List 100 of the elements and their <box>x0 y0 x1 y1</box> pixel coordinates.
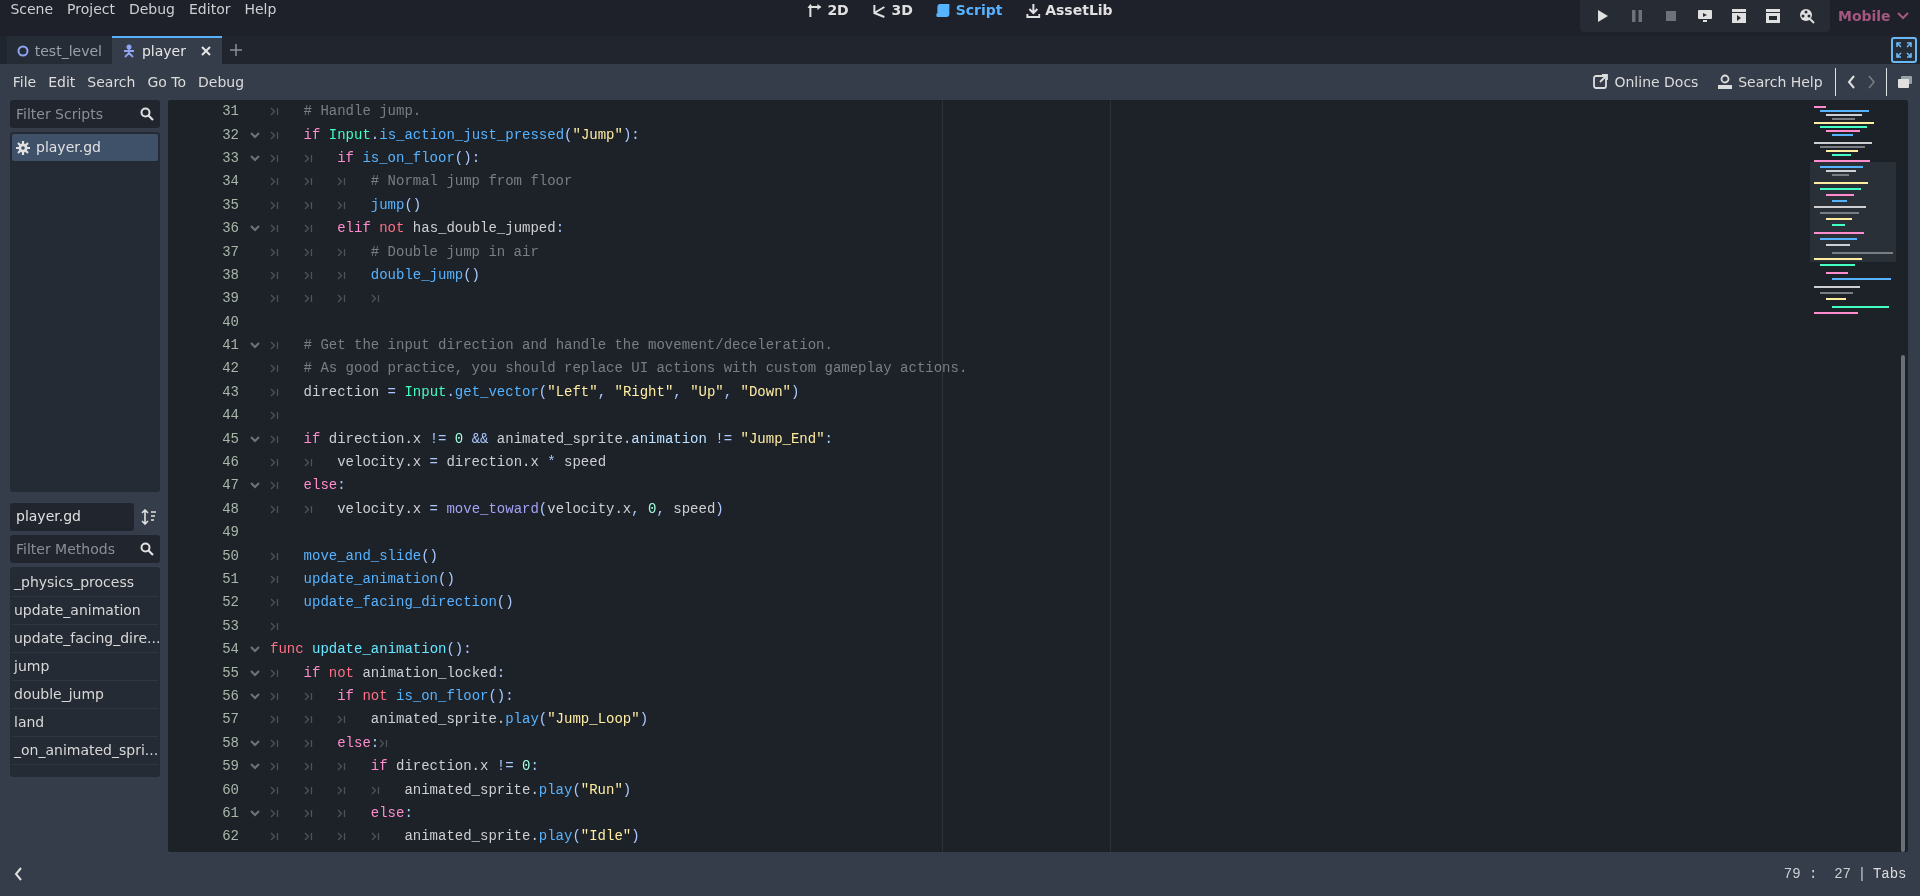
help-button[interactable]: Search Help <box>1711 69 1829 95</box>
tab-icon <box>270 551 279 561</box>
fullscreen-button[interactable] <box>1890 37 1917 63</box>
menu-item[interactable]: File <box>6 69 43 95</box>
line-number: 60 <box>221 780 239 800</box>
tab-icon <box>270 177 279 187</box>
gear-icon <box>16 140 30 155</box>
close-icon[interactable] <box>199 45 212 57</box>
axes-icon <box>807 2 823 18</box>
menu-item[interactable]: Search <box>81 69 142 95</box>
search-field[interactable]: Filter Methods <box>10 534 160 563</box>
scene-tab[interactable]: player <box>111 36 222 64</box>
search-icon <box>140 541 154 556</box>
line-number: 35 <box>221 195 239 215</box>
method-item[interactable]: update_animation <box>12 596 158 625</box>
method-item[interactable]: _on_animated_spri... <box>12 736 158 765</box>
code-text: update_facing_direction() <box>303 593 514 613</box>
tab-icon <box>379 738 389 748</box>
menu-item[interactable]: Editor <box>182 0 238 22</box>
chevron-left-icon[interactable] <box>1846 75 1855 89</box>
tab-icon <box>370 294 380 304</box>
code-text: # Normal jump from floor <box>370 172 573 192</box>
scene-tab[interactable]: test_level <box>6 36 112 64</box>
menu-item[interactable]: Debug <box>121 0 182 22</box>
method-item[interactable]: update_facing_dire... <box>12 624 158 653</box>
tab-icon <box>270 270 279 280</box>
code-text: # As good practice, you should replace UI actions with custom gameplay actions. <box>303 359 968 379</box>
line-number: 58 <box>221 733 239 753</box>
scrollbar-thumb[interactable] <box>1901 355 1905 852</box>
clapperboard-icon[interactable] <box>1764 8 1781 24</box>
menu-item[interactable]: Debug <box>192 69 251 95</box>
tab-icon <box>270 411 279 421</box>
indentation-button[interactable]: Tabs <box>1872 863 1907 885</box>
code-text: double_jump() <box>370 265 480 285</box>
method-item[interactable]: jump <box>12 652 158 681</box>
chevron-right-icon[interactable] <box>1868 75 1876 89</box>
tab-icon <box>270 621 279 631</box>
tab-icon <box>270 130 279 140</box>
tab-icon <box>303 715 313 725</box>
tab-icon <box>270 504 279 514</box>
tab-icon <box>337 270 347 280</box>
line-number: 46 <box>221 453 239 473</box>
line-number: 38 <box>221 265 239 285</box>
line-number: 33 <box>221 148 239 168</box>
clapperboard-icon[interactable] <box>1730 8 1747 24</box>
menu-item[interactable]: Project <box>60 0 122 22</box>
method-item[interactable]: land <box>12 708 158 737</box>
menu-item[interactable]: Go To <box>141 69 193 95</box>
method-item[interactable]: _physics_process <box>12 568 158 597</box>
plus-icon[interactable] <box>228 43 243 57</box>
tab-icon <box>337 715 347 725</box>
line-number: 45 <box>221 429 239 449</box>
tab-icon <box>270 481 279 491</box>
separator-text: | <box>1857 864 1867 884</box>
tab-icon <box>270 738 279 748</box>
windows-icon[interactable] <box>1897 75 1914 89</box>
tab-icon <box>270 387 279 397</box>
help-button[interactable]: Online Docs <box>1587 69 1705 95</box>
tab-icon <box>270 341 279 351</box>
line-number: 48 <box>221 499 239 519</box>
tab-icon <box>270 434 279 444</box>
line-number: 44 <box>221 406 239 426</box>
method-item[interactable]: double_jump <box>12 680 158 709</box>
sort-icon[interactable] <box>140 508 157 525</box>
tab-icon <box>270 200 279 210</box>
chevron-down-icon <box>1896 12 1909 20</box>
search-field[interactable]: Filter Scripts <box>10 100 160 128</box>
monitor-icon[interactable] <box>1696 8 1713 24</box>
code-text: if not animation_locked: <box>303 663 506 683</box>
tab-icon <box>337 808 347 818</box>
workspace-tab[interactable]: Script <box>927 0 1011 23</box>
tab-icon <box>270 715 279 725</box>
menu-item[interactable]: Edit <box>42 69 82 95</box>
film-reel-icon[interactable] <box>1798 8 1815 24</box>
line-number: 47 <box>221 476 239 496</box>
tab-icon <box>303 738 313 748</box>
external-link-icon <box>1593 74 1610 90</box>
tab-icon <box>303 458 313 468</box>
menu-item[interactable]: Scene <box>3 0 61 22</box>
tab-icon <box>270 691 279 701</box>
workspace-tab[interactable]: 3D <box>863 0 921 23</box>
line-number: 34 <box>221 172 239 192</box>
line-number: 42 <box>221 359 239 379</box>
tab-icon <box>303 270 313 280</box>
script-item[interactable]: player.gd <box>12 134 158 161</box>
tab-icon <box>337 247 347 257</box>
tab-icon <box>337 200 347 210</box>
tab-icon <box>337 832 347 842</box>
tab-icon <box>270 247 279 257</box>
workspace-tab[interactable]: AssetLib <box>1017 0 1121 23</box>
tab-icon <box>270 575 279 584</box>
chevron-left-icon[interactable] <box>13 867 22 881</box>
line-number: 59 <box>221 757 239 777</box>
tab-icon <box>303 785 313 795</box>
code-text: direction = Input.get_vector("Left", "Right", "Up", "Down") <box>303 382 800 402</box>
tab-icon <box>303 200 313 210</box>
workspace-tab[interactable]: 2D <box>799 0 857 23</box>
code-text: # Double jump in air <box>370 242 539 262</box>
code-text: else: <box>303 476 346 496</box>
menu-item[interactable]: Help <box>237 0 284 22</box>
